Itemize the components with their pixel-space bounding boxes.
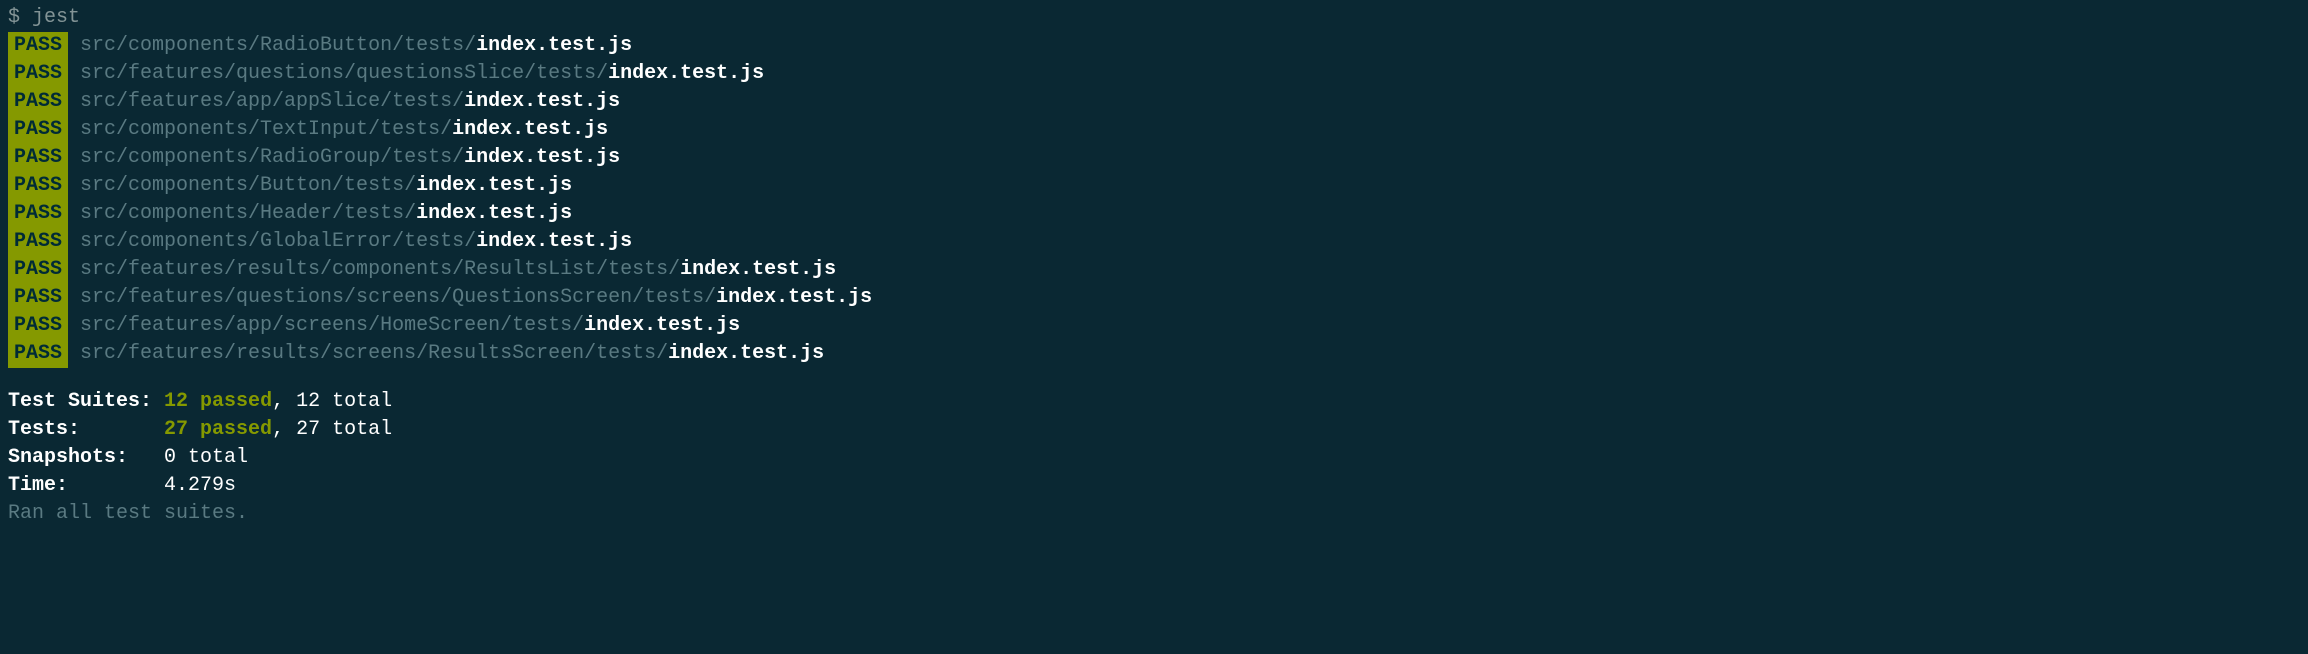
test-path: src/features/questions/questionsSlice/te… bbox=[80, 60, 764, 88]
pass-badge: PASS bbox=[8, 256, 68, 284]
pass-badge: PASS bbox=[8, 116, 68, 144]
test-path: src/components/Header/tests/index.test.j… bbox=[80, 200, 572, 228]
test-path: src/features/questions/screens/Questions… bbox=[80, 284, 872, 312]
command-text: jest bbox=[32, 6, 80, 29]
test-path: src/components/TextInput/tests/index.tes… bbox=[80, 116, 608, 144]
test-file: index.test.js bbox=[476, 230, 632, 253]
summary-ran-line: Ran all test suites. bbox=[8, 500, 2300, 528]
test-result-line: PASS src/features/results/screens/Results… bbox=[8, 340, 2300, 368]
test-result-line: PASS src/components/Header/tests/index.te… bbox=[8, 200, 2300, 228]
summary-tests: Tests: 27 passed, 27 total bbox=[8, 416, 2300, 444]
pass-badge: PASS bbox=[8, 172, 68, 200]
test-result-line: PASS src/features/app/screens/HomeScreen/… bbox=[8, 312, 2300, 340]
pass-badge: PASS bbox=[8, 228, 68, 256]
pass-badge: PASS bbox=[8, 32, 68, 60]
test-path: src/components/RadioButton/tests/index.t… bbox=[80, 32, 632, 60]
prompt-symbol: $ bbox=[8, 6, 20, 29]
pass-badge: PASS bbox=[8, 340, 68, 368]
test-result-line: PASS src/components/Button/tests/index.te… bbox=[8, 172, 2300, 200]
test-file: index.test.js bbox=[680, 258, 836, 281]
pass-badge: PASS bbox=[8, 284, 68, 312]
test-result-line: PASS src/features/app/appSlice/tests/inde… bbox=[8, 88, 2300, 116]
test-file: index.test.js bbox=[416, 174, 572, 197]
summary-snapshots: Snapshots: 0 total bbox=[8, 444, 2300, 472]
pass-badge: PASS bbox=[8, 200, 68, 228]
test-path: src/components/RadioGroup/tests/index.te… bbox=[80, 144, 620, 172]
test-result-line: PASS src/features/questions/questionsSlic… bbox=[8, 60, 2300, 88]
prompt-line: $ jest bbox=[8, 4, 2300, 32]
test-result-line: PASS src/components/GlobalError/tests/ind… bbox=[8, 228, 2300, 256]
test-path: src/features/results/screens/ResultsScre… bbox=[80, 340, 824, 368]
test-file: index.test.js bbox=[416, 202, 572, 225]
test-results-list: PASS src/components/RadioButton/tests/ind… bbox=[8, 32, 2300, 368]
summary-test-suites: Test Suites: 12 passed, 12 total bbox=[8, 388, 2300, 416]
test-file: index.test.js bbox=[584, 314, 740, 337]
test-result-line: PASS src/features/questions/screens/Quest… bbox=[8, 284, 2300, 312]
pass-badge: PASS bbox=[8, 60, 68, 88]
test-file: index.test.js bbox=[476, 34, 632, 57]
test-file: index.test.js bbox=[464, 90, 620, 113]
test-path: src/features/app/appSlice/tests/index.te… bbox=[80, 88, 620, 116]
test-result-line: PASS src/features/results/components/Resu… bbox=[8, 256, 2300, 284]
test-result-line: PASS src/components/RadioButton/tests/ind… bbox=[8, 32, 2300, 60]
test-summary: Test Suites: 12 passed, 12 total Tests: … bbox=[8, 388, 2300, 528]
test-path: src/components/Button/tests/index.test.j… bbox=[80, 172, 572, 200]
test-result-line: PASS src/components/TextInput/tests/index… bbox=[8, 116, 2300, 144]
pass-badge: PASS bbox=[8, 144, 68, 172]
test-path: src/components/GlobalError/tests/index.t… bbox=[80, 228, 632, 256]
test-file: index.test.js bbox=[668, 342, 824, 365]
terminal-output: $ jest PASS src/components/RadioButton/te… bbox=[8, 4, 2300, 528]
pass-badge: PASS bbox=[8, 88, 68, 116]
summary-time: Time: 4.279s bbox=[8, 472, 2300, 500]
test-file: index.test.js bbox=[464, 146, 620, 169]
test-path: src/features/results/components/ResultsL… bbox=[80, 256, 836, 284]
test-file: index.test.js bbox=[452, 118, 608, 141]
test-result-line: PASS src/components/RadioGroup/tests/inde… bbox=[8, 144, 2300, 172]
pass-badge: PASS bbox=[8, 312, 68, 340]
test-file: index.test.js bbox=[716, 286, 872, 309]
test-file: index.test.js bbox=[608, 62, 764, 85]
test-path: src/features/app/screens/HomeScreen/test… bbox=[80, 312, 740, 340]
